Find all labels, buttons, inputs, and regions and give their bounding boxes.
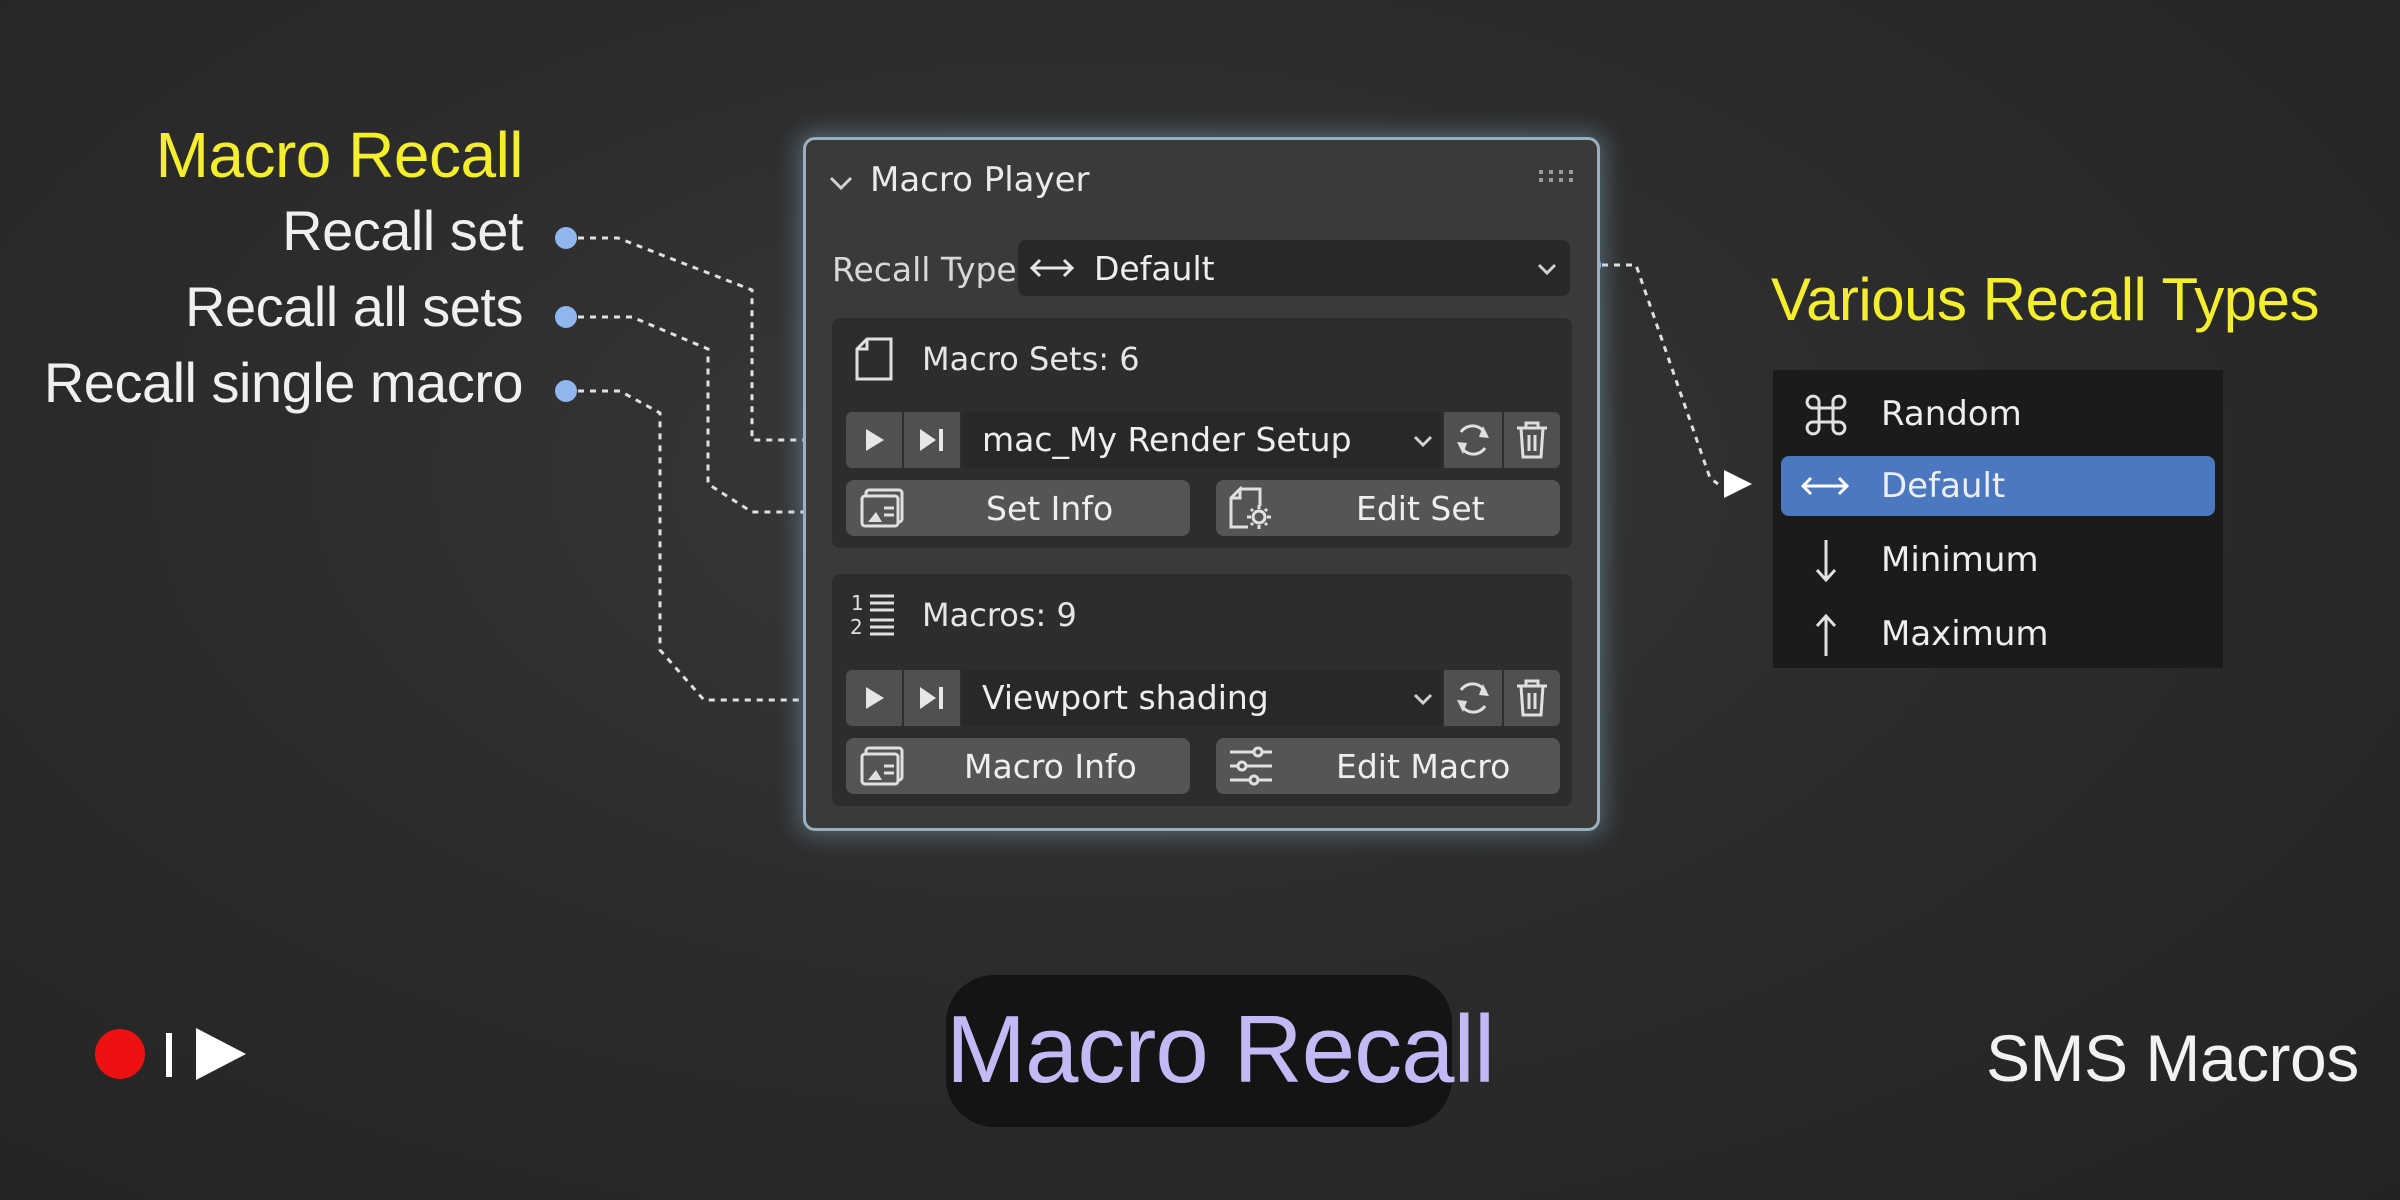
refresh-macro-button[interactable] <box>1444 670 1502 726</box>
double-arrow-icon <box>1800 476 1850 496</box>
connector-dot-recall-single <box>555 380 577 402</box>
macro-info-label: Macro Info <box>964 747 1137 786</box>
connector-recall-single <box>566 389 816 702</box>
macro-selected: Viewport shading <box>982 678 1269 717</box>
menu-item-label: Random <box>1881 394 2022 434</box>
macro-set-select[interactable]: mac_My Render Setup <box>962 412 1442 468</box>
menu-item-label: Minimum <box>1881 540 2039 580</box>
sliders-icon <box>1230 746 1272 786</box>
menu-item-default[interactable]: Default <box>1781 456 2215 516</box>
recall-type-label: Recall Type: <box>832 250 1028 289</box>
document-icon <box>855 337 893 381</box>
brand-name: SMS Macros <box>1986 1021 2359 1095</box>
numbered-list-icon: 1 2 <box>850 591 894 639</box>
step-set-button[interactable] <box>904 412 960 468</box>
arrow-up-icon <box>1815 613 1837 656</box>
refresh-icon <box>1457 424 1489 456</box>
menu-item-minimum[interactable]: Minimum <box>1781 530 2215 590</box>
double-arrow-icon <box>1029 258 1075 278</box>
chevron-down-icon <box>1413 435 1433 448</box>
footer-title-pill: Macro Recall <box>946 975 1495 1127</box>
recall-type-select[interactable]: Default <box>1018 240 1570 296</box>
set-info-label: Set Info <box>986 489 1114 528</box>
menu-item-label: Default <box>1881 466 2006 506</box>
id-card-icon <box>860 746 904 786</box>
connector-recall-set <box>566 236 816 442</box>
refresh-set-button[interactable] <box>1444 412 1502 468</box>
play-icon <box>866 429 884 451</box>
set-info-button[interactable]: Set Info <box>846 480 1190 536</box>
macro-info-button[interactable]: Macro Info <box>846 738 1190 794</box>
macro-select[interactable]: Viewport shading <box>962 670 1442 726</box>
id-card-icon <box>860 488 904 528</box>
svg-text:2: 2 <box>850 615 863 639</box>
chevron-down-icon <box>1413 693 1433 706</box>
skip-next-icon <box>920 429 943 451</box>
arrowhead-recall-types <box>1724 470 1752 498</box>
play-set-button[interactable] <box>846 412 902 468</box>
footer-title: Macro Recall <box>946 996 1495 1103</box>
macro-sets-count: Macro Sets: 6 <box>922 340 1140 378</box>
chevron-down-icon[interactable] <box>828 170 854 196</box>
play-icon <box>196 1028 246 1080</box>
recall-types-title: Various Recall Types <box>1771 266 2320 333</box>
panel-header[interactable]: Macro Player <box>806 140 1597 240</box>
macros-box: 1 2 Macros: 9 Viewport shading Macro Inf… <box>832 574 1572 806</box>
panel-title: Macro Player <box>870 160 1090 200</box>
play-macro-button[interactable] <box>846 670 902 726</box>
connector-dot-recall-set <box>555 227 577 249</box>
trash-icon <box>1517 421 1547 459</box>
refresh-icon <box>1457 682 1489 714</box>
delete-macro-button[interactable] <box>1504 670 1560 726</box>
edit-set-label: Edit Set <box>1356 489 1485 528</box>
command-icon <box>1805 394 1847 436</box>
macro-player-panel: Macro Player Recall Type: Default Macro … <box>803 137 1600 831</box>
connector-recall-types <box>1590 263 1719 486</box>
record-icon <box>95 1029 145 1079</box>
document-gear-icon <box>1229 486 1271 529</box>
step-macro-button[interactable] <box>904 670 960 726</box>
menu-item-maximum[interactable]: Maximum <box>1781 604 2215 664</box>
edit-macro-label: Edit Macro <box>1336 747 1511 786</box>
separator-bar <box>166 1033 172 1077</box>
drag-grip-icon[interactable] <box>1539 168 1573 184</box>
connector-dot-recall-all-sets <box>555 306 577 328</box>
chevron-down-icon <box>1537 263 1557 276</box>
macros-count: Macros: 9 <box>922 596 1077 634</box>
recall-type-menu: Random Default Minimum Maximum <box>1773 370 2223 668</box>
delete-set-button[interactable] <box>1504 412 1560 468</box>
macro-sets-box: Macro Sets: 6 mac_My Render Setup Set In… <box>832 318 1572 548</box>
arrow-down-icon <box>1815 540 1837 583</box>
svg-text:1: 1 <box>851 591 864 615</box>
edit-set-button[interactable]: Edit Set <box>1216 480 1560 536</box>
menu-item-label: Maximum <box>1881 614 2049 654</box>
edit-macro-button[interactable]: Edit Macro <box>1216 738 1560 794</box>
play-icon <box>866 687 884 709</box>
menu-item-random[interactable]: Random <box>1781 384 2215 444</box>
skip-next-icon <box>920 687 943 709</box>
macro-set-selected: mac_My Render Setup <box>982 420 1352 459</box>
trash-icon <box>1517 679 1547 717</box>
recall-type-value: Default <box>1094 249 1215 288</box>
